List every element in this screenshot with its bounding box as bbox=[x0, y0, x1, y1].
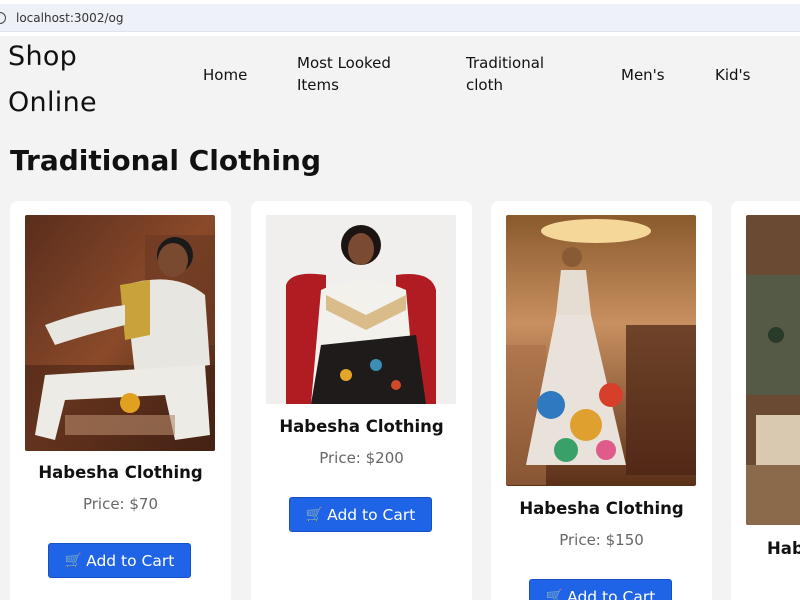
product-image[interactable] bbox=[266, 215, 456, 404]
nav-traditional-label-2: cloth bbox=[466, 76, 503, 94]
address-bar[interactable]: localhost:3002/og bbox=[0, 4, 800, 32]
page-title: Traditional Clothing bbox=[10, 144, 322, 177]
nav-most-looked-label-2: Items bbox=[297, 76, 339, 94]
nav-home[interactable]: Home bbox=[203, 64, 247, 86]
shopping-cart-icon: 🛒 bbox=[305, 506, 324, 523]
site-info-icon[interactable] bbox=[0, 12, 6, 24]
nav-traditional-cloth[interactable]: Traditional cloth bbox=[466, 52, 544, 96]
product-card: Habesha Clothing Price: $70 🛒 Add to Car… bbox=[10, 201, 231, 600]
add-to-cart-label: Add to Cart bbox=[327, 505, 416, 524]
add-to-cart-button[interactable]: 🛒 Add to Cart bbox=[48, 543, 191, 578]
add-to-cart-button[interactable]: 🛒 Add to Cart bbox=[529, 579, 672, 600]
shopping-cart-icon: 🛒 bbox=[545, 588, 564, 600]
product-name[interactable]: Habesha Clothing bbox=[10, 463, 231, 482]
logo-line-2: Online bbox=[8, 87, 97, 118]
nav-most-looked-label-1: Most Looked bbox=[297, 54, 391, 72]
add-to-cart-label: Add to Cart bbox=[567, 587, 656, 600]
product-card: Habesha Clothing Price: $150 🛒 Add to Ca… bbox=[491, 201, 712, 600]
url-text[interactable]: localhost:3002/og bbox=[16, 11, 123, 25]
add-to-cart-button[interactable]: 🛒 Add to Cart bbox=[289, 497, 432, 532]
nav-most-looked-items[interactable]: Most Looked Items bbox=[297, 52, 391, 96]
nav-kids[interactable]: Kid's bbox=[715, 64, 750, 86]
shopping-cart-icon: 🛒 bbox=[64, 552, 83, 569]
product-card: Habesha Clothing Price: $200 🛒 Add to Ca… bbox=[251, 201, 472, 600]
nav-mens[interactable]: Men's bbox=[621, 64, 665, 86]
product-price: Price: $200 bbox=[319, 449, 404, 467]
product-name[interactable]: Habesha Clothing bbox=[251, 417, 472, 436]
add-to-cart-label: Add to Cart bbox=[86, 551, 175, 570]
product-price: Price: $150 bbox=[559, 531, 644, 549]
product-price: Price: $70 bbox=[82, 495, 159, 513]
product-image[interactable] bbox=[746, 215, 800, 525]
product-image[interactable] bbox=[506, 215, 696, 486]
product-name[interactable]: Hab bbox=[767, 539, 800, 558]
site-logo[interactable]: Shop Online bbox=[8, 34, 97, 126]
logo-line-1: Shop bbox=[8, 41, 78, 72]
product-name[interactable]: Habesha Clothing bbox=[491, 499, 712, 518]
product-image[interactable] bbox=[25, 215, 215, 451]
nav-traditional-label-1: Traditional bbox=[466, 54, 545, 72]
product-card: Hab bbox=[731, 201, 800, 600]
